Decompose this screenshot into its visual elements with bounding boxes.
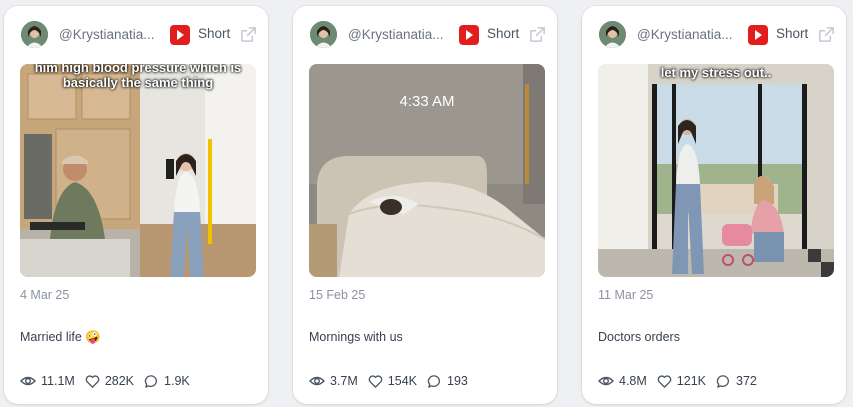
video-overlay-text: 4:33 AM bbox=[399, 93, 455, 110]
likes-count: 121K bbox=[676, 374, 706, 388]
card-header: @Krystianatia... Short bbox=[599, 20, 834, 50]
external-link-icon[interactable] bbox=[239, 25, 258, 44]
comments-stat: 372 bbox=[716, 374, 757, 389]
external-link-icon[interactable] bbox=[817, 25, 836, 44]
card-header: @Krystianatia... Short bbox=[21, 20, 256, 50]
eye-icon bbox=[598, 376, 614, 386]
video-overlay-text: him high blood pressure which is basical… bbox=[34, 64, 242, 90]
likes-count: 282K bbox=[104, 374, 135, 388]
heart-icon bbox=[657, 374, 672, 388]
views-count: 3.7M bbox=[330, 374, 358, 388]
likes-stat: 154K bbox=[368, 374, 417, 389]
comments-stat: 193 bbox=[427, 374, 468, 389]
views-count: 4.8M bbox=[619, 374, 647, 388]
views-stat: 11.1M bbox=[20, 373, 75, 389]
video-card[interactable]: @Krystianatia... Short bbox=[4, 6, 268, 404]
video-title: Doctors orders bbox=[598, 330, 680, 344]
platform-label: Short bbox=[776, 26, 809, 41]
video-title: Mornings with us bbox=[309, 330, 403, 344]
video-thumbnail[interactable]: him high blood pressure which is basical… bbox=[20, 64, 256, 277]
heart-icon bbox=[85, 374, 100, 388]
video-card[interactable]: @Krystianatia... Short 4:33 AM 15 Feb 25… bbox=[293, 6, 557, 404]
stats-row: 4.8M 121K 372 bbox=[598, 373, 767, 389]
post-date: 4 Mar 25 bbox=[20, 288, 70, 302]
comments-count: 1.9K bbox=[164, 374, 190, 388]
likes-stat: 121K bbox=[657, 374, 706, 389]
avatar bbox=[21, 21, 48, 48]
comment-icon bbox=[144, 374, 158, 388]
comment-icon bbox=[716, 374, 730, 388]
youtube-icon bbox=[459, 25, 479, 45]
eye-icon bbox=[309, 376, 325, 386]
stats-row: 11.1M 282K 1.9K bbox=[20, 373, 200, 389]
video-title: Married life 🤪 bbox=[20, 330, 101, 344]
video-overlay-text: let my stress out.. bbox=[660, 65, 772, 80]
comments-count: 372 bbox=[736, 374, 757, 388]
eye-icon bbox=[20, 376, 36, 386]
platform-label: Short bbox=[198, 26, 231, 41]
post-date: 15 Feb 25 bbox=[309, 288, 366, 302]
comments-count: 193 bbox=[447, 374, 468, 388]
youtube-icon bbox=[170, 25, 190, 45]
channel-handle[interactable]: @Krystianatia... bbox=[637, 27, 739, 42]
comments-stat: 1.9K bbox=[144, 374, 190, 389]
post-date: 11 Mar 25 bbox=[598, 288, 654, 302]
heart-icon bbox=[368, 374, 383, 388]
avatar bbox=[599, 21, 626, 48]
video-thumbnail[interactable]: 4:33 AM bbox=[309, 64, 545, 277]
views-stat: 3.7M bbox=[309, 373, 358, 389]
card-header: @Krystianatia... Short bbox=[310, 20, 545, 50]
youtube-icon bbox=[748, 25, 768, 45]
channel-handle[interactable]: @Krystianatia... bbox=[59, 27, 161, 42]
likes-count: 154K bbox=[387, 374, 417, 388]
stats-row: 3.7M 154K 193 bbox=[309, 373, 478, 389]
video-thumbnail[interactable]: let my stress out.. bbox=[598, 64, 834, 277]
channel-handle[interactable]: @Krystianatia... bbox=[348, 27, 450, 42]
video-card[interactable]: @Krystianatia... Short bbox=[582, 6, 846, 404]
platform-label: Short bbox=[487, 26, 520, 41]
avatar bbox=[310, 21, 337, 48]
views-count: 11.1M bbox=[41, 374, 75, 388]
views-stat: 4.8M bbox=[598, 373, 647, 389]
likes-stat: 282K bbox=[85, 374, 134, 389]
external-link-icon[interactable] bbox=[528, 25, 547, 44]
comment-icon bbox=[427, 374, 441, 388]
